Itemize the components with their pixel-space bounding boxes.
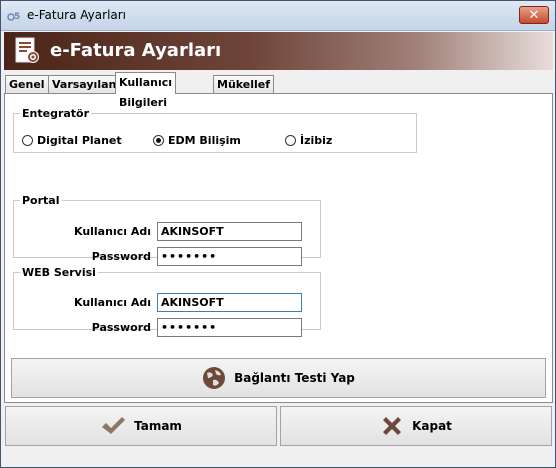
portal-username-label: Kullanıcı Adı xyxy=(73,225,151,238)
window-close-button[interactable]: ✕ xyxy=(519,6,549,24)
checkmark-icon xyxy=(100,415,126,437)
webservice-username-label: Kullanıcı Adı xyxy=(73,296,151,309)
portal-group-title: Portal xyxy=(22,194,60,207)
globe-icon xyxy=(202,366,226,390)
radio-button[interactable] xyxy=(22,135,33,146)
integrator-group-title: Entegratör xyxy=(22,107,90,120)
web-service-group-title: WEB Servisi xyxy=(22,266,96,279)
portal-username-input[interactable]: AKINSOFT xyxy=(157,222,302,241)
connection-test-button[interactable]: Bağlantı Testi Yap xyxy=(11,358,546,398)
portal-password-label: Password xyxy=(91,250,151,263)
x-icon xyxy=(380,414,404,438)
settings-document-icon xyxy=(15,37,39,63)
web-service-group: WEB Servisi Kullanıcı Adı AKINSOFT Passw… xyxy=(13,266,321,337)
title-bar[interactable]: 5 e-Fatura Ayarları ✕ xyxy=(1,1,555,31)
close-button[interactable]: Kapat xyxy=(280,406,552,446)
radio-button[interactable] xyxy=(153,135,164,146)
tab-kullanici-bilgileri[interactable]: Kullanıcı Bilgileri xyxy=(115,72,177,109)
radio-button[interactable] xyxy=(285,135,296,146)
webservice-username-input[interactable]: AKINSOFT xyxy=(157,293,302,312)
banner-title: e-Fatura Ayarları xyxy=(50,40,222,61)
close-button-label: Kapat xyxy=(412,419,452,433)
tab-mukellef-listesi[interactable]: Mükellef Listesi xyxy=(213,75,275,108)
tab-panel-kullanici-bilgileri: Entegratör Digital Planet EDM Bilişim İz… xyxy=(4,93,553,403)
settings-window: 5 e-Fatura Ayarları ✕ e-Fatura Ayarları … xyxy=(0,0,556,468)
radio-label: İzibiz xyxy=(300,134,333,147)
tab-varsayilan[interactable]: Varsayılan xyxy=(48,75,121,93)
portal-group: Portal Kullanıcı Adı AKINSOFT Password •… xyxy=(13,194,321,266)
radio-izibiz[interactable]: İzibiz xyxy=(285,134,332,147)
radio-label: Digital Planet xyxy=(37,134,122,147)
connection-test-label: Bağlantı Testi Yap xyxy=(234,371,355,385)
app-icon: 5 xyxy=(7,12,20,22)
portal-password-input[interactable]: ••••••• xyxy=(157,247,302,266)
radio-edm-bilisim[interactable]: EDM Bilişim xyxy=(153,134,241,147)
radio-digital-planet[interactable]: Digital Planet xyxy=(22,134,122,147)
window-title: e-Fatura Ayarları xyxy=(27,8,127,22)
webservice-password-input[interactable]: ••••••• xyxy=(157,318,302,337)
tab-genel[interactable]: Genel xyxy=(5,75,49,93)
ok-button-label: Tamam xyxy=(134,419,182,433)
integrator-group: Entegratör Digital Planet EDM Bilişim İz… xyxy=(13,107,417,153)
webservice-password-label: Password xyxy=(91,321,151,334)
ok-button[interactable]: Tamam xyxy=(5,406,277,446)
svg-text:5: 5 xyxy=(14,12,20,22)
radio-label: EDM Bilişim xyxy=(168,134,241,147)
header-banner: e-Fatura Ayarları xyxy=(4,32,553,70)
